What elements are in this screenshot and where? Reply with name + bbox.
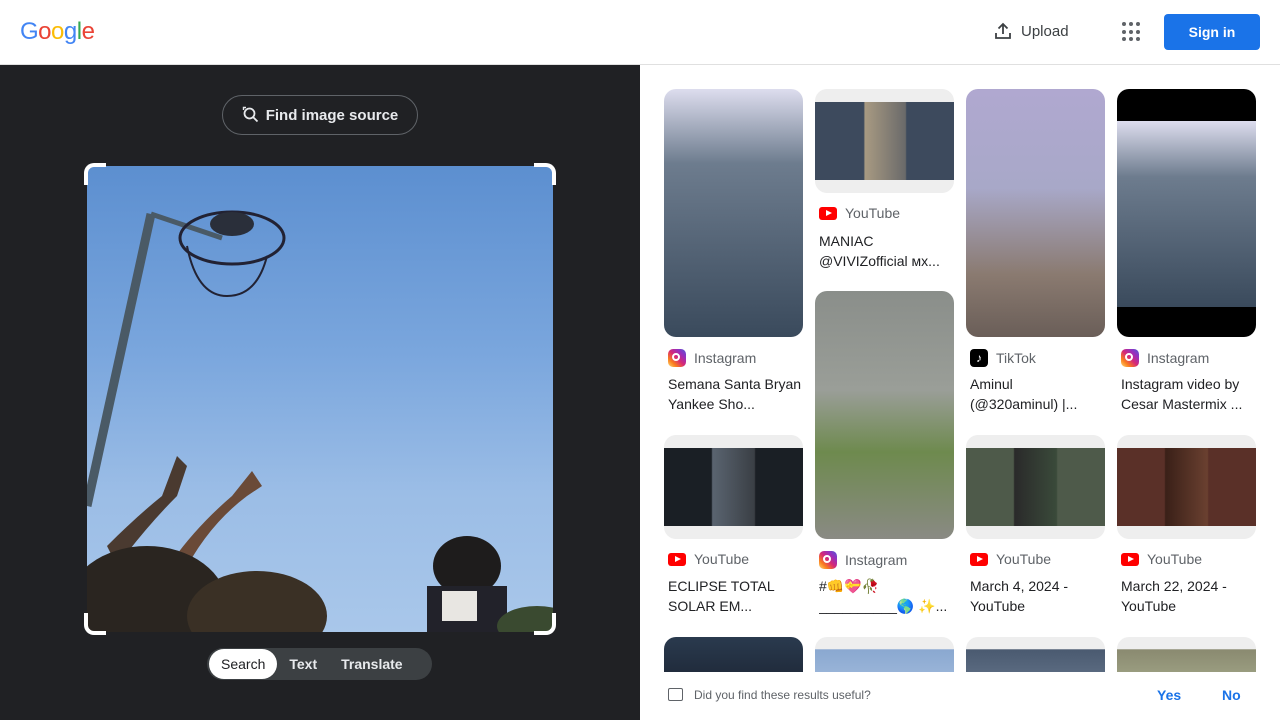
result-source[interactable]: YouTube <box>1121 551 1202 567</box>
feedback-yes-button[interactable]: Yes <box>1157 687 1181 703</box>
result-source-label: YouTube <box>1147 551 1203 567</box>
tab-translate[interactable]: Translate <box>329 649 414 679</box>
lens-search-icon <box>242 106 258 123</box>
tiktok-icon: ♪ <box>970 349 988 367</box>
tab-text[interactable]: Text <box>277 649 329 679</box>
query-image <box>87 166 553 632</box>
result-source[interactable]: YouTube <box>819 205 900 221</box>
apps-grid-icon[interactable] <box>1122 22 1142 42</box>
result-source-label: Instagram <box>694 350 757 366</box>
instagram-icon <box>668 349 686 367</box>
result-thumbnail[interactable] <box>664 435 803 539</box>
crop-corner-handle[interactable] <box>534 613 556 635</box>
youtube-icon <box>668 552 686 566</box>
lens-image-pane: Find image source Search Text Translate <box>0 65 640 720</box>
result-source[interactable]: YouTube <box>668 551 749 567</box>
result-title[interactable]: #👊💝🥀 __________🌎 ✨... <box>819 576 953 616</box>
crop-corner-handle[interactable] <box>84 613 106 635</box>
find-image-source-button[interactable]: Find image source <box>222 95 418 135</box>
crop-corner-handle[interactable] <box>534 163 556 185</box>
logo-letter: o <box>38 18 52 45</box>
visual-matches-pane: Instagram Semana Santa Bryan Yankee Sho.… <box>640 65 1280 720</box>
result-thumbnail[interactable] <box>815 89 954 193</box>
logo-letter: o <box>51 18 64 45</box>
logo-letter: G <box>20 18 39 45</box>
lens-mode-tabs: Search Text Translate <box>207 648 432 680</box>
result-title[interactable]: Instagram video by Cesar Mastermix ... <box>1121 374 1255 414</box>
logo-letter: g <box>63 18 77 45</box>
feedback-bar: Did you find these results useful? Yes N… <box>640 672 1280 720</box>
youtube-icon <box>1121 552 1139 566</box>
result-thumbnail[interactable] <box>664 89 803 337</box>
result-title[interactable]: Aminul (@320aminul) |... <box>970 374 1104 414</box>
result-thumbnail[interactable] <box>1117 435 1256 539</box>
feedback-no-button[interactable]: No <box>1222 687 1241 703</box>
result-title[interactable]: March 22, 2024 - YouTube <box>1121 576 1255 616</box>
result-source-label: YouTube <box>845 205 901 221</box>
result-source[interactable]: YouTube <box>970 551 1051 567</box>
result-source-label: TikTok <box>996 350 1036 366</box>
result-source-label: YouTube <box>996 551 1052 567</box>
youtube-icon <box>970 552 988 566</box>
sign-in-button[interactable]: Sign in <box>1164 14 1260 50</box>
result-thumbnail[interactable] <box>966 435 1105 539</box>
result-source-label: Instagram <box>845 552 908 568</box>
result-title[interactable]: March 4, 2024 - YouTube <box>970 576 1104 616</box>
crop-corner-handle[interactable] <box>84 163 106 185</box>
google-logo[interactable]: Google <box>20 18 95 46</box>
result-thumbnail[interactable] <box>815 291 954 539</box>
feedback-icon <box>668 688 683 701</box>
result-source[interactable]: ♪ TikTok <box>970 349 1036 367</box>
instagram-icon <box>819 551 837 569</box>
find-image-source-label: Find image source <box>265 106 399 124</box>
result-source[interactable]: Instagram <box>819 551 907 569</box>
result-title[interactable]: Semana Santa Bryan Yankee Sho... <box>668 374 802 414</box>
logo-letter: e <box>81 18 95 45</box>
tab-search[interactable]: Search <box>209 649 278 679</box>
result-source-label: YouTube <box>694 551 750 567</box>
crop-selection[interactable] <box>84 163 556 635</box>
youtube-icon <box>819 206 837 220</box>
upload-button[interactable]: Upload <box>993 21 1069 41</box>
result-source-label: Instagram <box>1147 350 1210 366</box>
result-source[interactable]: Instagram <box>1121 349 1209 367</box>
upload-icon <box>995 22 1011 39</box>
result-title[interactable]: ECLIPSE TOTAL SOLAR EM... <box>668 576 802 616</box>
upload-label: Upload <box>1021 22 1069 40</box>
result-thumbnail[interactable] <box>1117 89 1256 337</box>
result-thumbnail[interactable] <box>966 89 1105 337</box>
result-title[interactable]: MANIAC @VIVIZofficial мх... <box>819 231 953 271</box>
instagram-icon <box>1121 349 1139 367</box>
feedback-question: Did you find these results useful? <box>694 688 871 702</box>
top-header: Google Upload Sign in <box>0 0 1280 65</box>
result-source[interactable]: Instagram <box>668 349 756 367</box>
